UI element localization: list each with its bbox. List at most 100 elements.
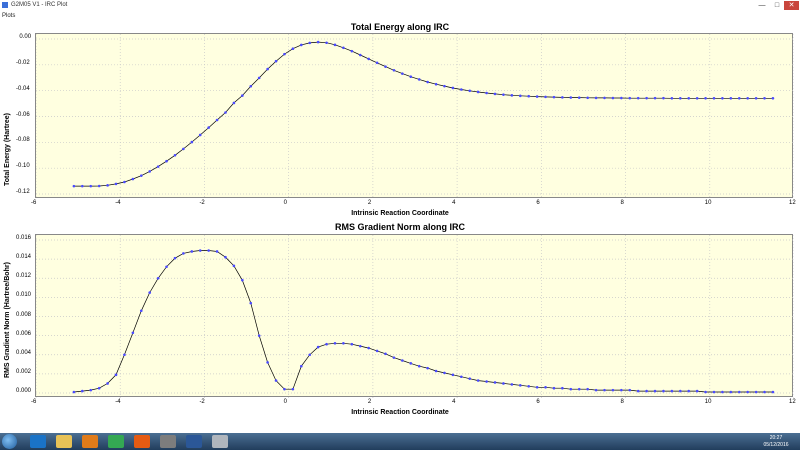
- energy-data-point[interactable]: [182, 147, 185, 151]
- energy-data-point[interactable]: [123, 180, 126, 184]
- close-icon[interactable]: ✕: [784, 1, 799, 10]
- energy-data-point[interactable]: [451, 86, 455, 90]
- energy-data-point[interactable]: [493, 92, 497, 96]
- energy-data-point[interactable]: [594, 96, 598, 100]
- gradient-data-point[interactable]: [434, 369, 438, 373]
- energy-data-point[interactable]: [81, 184, 84, 188]
- gradient-data-point[interactable]: [367, 346, 370, 350]
- gaussview-icon[interactable]: [160, 435, 176, 448]
- energy-data-point[interactable]: [645, 96, 648, 100]
- energy-data-point[interactable]: [325, 41, 328, 45]
- energy-data-point[interactable]: [561, 96, 564, 99]
- energy-data-point[interactable]: [198, 133, 202, 137]
- gradient-plot-area[interactable]: [35, 234, 794, 398]
- gradient-data-point[interactable]: [148, 291, 151, 294]
- energy-data-point[interactable]: [603, 96, 606, 100]
- gradient-data-point[interactable]: [409, 362, 413, 365]
- energy-data-point[interactable]: [241, 94, 244, 97]
- gradient-data-point[interactable]: [358, 344, 362, 348]
- gradient-data-point[interactable]: [535, 385, 539, 389]
- gradient-data-point[interactable]: [207, 249, 210, 252]
- energy-data-point[interactable]: [746, 96, 749, 100]
- energy-data-point[interactable]: [721, 96, 724, 100]
- gradient-data-point[interactable]: [123, 353, 126, 357]
- energy-data-point[interactable]: [375, 61, 379, 65]
- gradient-data-point[interactable]: [561, 386, 564, 390]
- energy-data-point[interactable]: [662, 96, 665, 100]
- menu-plots[interactable]: Plots: [2, 11, 15, 21]
- maximize-icon[interactable]: □: [771, 1, 783, 10]
- energy-data-point[interactable]: [224, 111, 227, 114]
- gradient-data-point[interactable]: [224, 255, 227, 259]
- energy-data-point[interactable]: [190, 140, 194, 144]
- gradient-data-point[interactable]: [375, 349, 379, 353]
- minimize-icon[interactable]: —: [755, 1, 769, 10]
- gradient-data-point[interactable]: [518, 384, 522, 387]
- energy-data-point[interactable]: [131, 177, 135, 181]
- energy-data-point[interactable]: [485, 91, 488, 95]
- energy-data-point[interactable]: [249, 84, 253, 88]
- gradient-data-point[interactable]: [232, 264, 236, 268]
- gradient-data-point[interactable]: [173, 256, 177, 260]
- gradient-data-point[interactable]: [670, 389, 674, 393]
- gradient-data-point[interactable]: [510, 383, 514, 386]
- energy-data-point[interactable]: [544, 95, 547, 99]
- energy-data-point[interactable]: [333, 43, 337, 47]
- gradient-data-point[interactable]: [106, 382, 109, 385]
- gradient-data-point[interactable]: [300, 364, 303, 368]
- energy-data-point[interactable]: [173, 153, 177, 157]
- gradient-data-point[interactable]: [451, 373, 455, 377]
- gradient-data-point[interactable]: [695, 389, 699, 393]
- gradient-data-point[interactable]: [476, 379, 480, 382]
- energy-data-point[interactable]: [72, 184, 76, 188]
- energy-data-point[interactable]: [729, 96, 733, 100]
- energy-data-point[interactable]: [518, 94, 522, 98]
- energy-data-point[interactable]: [300, 43, 303, 47]
- energy-data-point[interactable]: [401, 72, 404, 75]
- gradient-data-point[interactable]: [712, 390, 716, 394]
- gradient-data-point[interactable]: [342, 341, 345, 345]
- gradient-data-point[interactable]: [569, 387, 573, 391]
- gradient-data-point[interactable]: [316, 345, 320, 349]
- gradient-data-point[interactable]: [97, 386, 101, 390]
- energy-data-point[interactable]: [232, 101, 236, 105]
- gradient-data-point[interactable]: [274, 379, 278, 382]
- word-icon[interactable]: [186, 435, 202, 448]
- energy-data-point[interactable]: [653, 96, 657, 100]
- gradient-data-point[interactable]: [308, 353, 312, 357]
- energy-data-point[interactable]: [257, 76, 261, 80]
- energy-data-point[interactable]: [679, 96, 682, 100]
- gradient-data-point[interactable]: [662, 389, 665, 393]
- gradient-data-point[interactable]: [620, 388, 623, 392]
- gradient-data-point[interactable]: [729, 390, 733, 394]
- gradient-data-point[interactable]: [89, 388, 93, 392]
- gradient-data-point[interactable]: [266, 361, 269, 364]
- gradient-data-point[interactable]: [215, 250, 219, 253]
- gradient-data-point[interactable]: [468, 377, 472, 380]
- gradient-data-point[interactable]: [72, 390, 76, 394]
- energy-data-point[interactable]: [350, 49, 354, 53]
- energy-data-point[interactable]: [476, 90, 480, 94]
- gradient-data-point[interactable]: [190, 250, 194, 253]
- energy-data-point[interactable]: [417, 78, 421, 81]
- energy-plot-area[interactable]: [35, 33, 794, 199]
- gradient-data-point[interactable]: [611, 388, 615, 392]
- energy-data-point[interactable]: [165, 159, 168, 163]
- energy-data-point[interactable]: [392, 68, 396, 72]
- energy-data-point[interactable]: [274, 59, 278, 63]
- energy-data-point[interactable]: [409, 75, 413, 79]
- energy-data-point[interactable]: [687, 96, 691, 100]
- energy-data-point[interactable]: [316, 40, 320, 44]
- gradient-data-point[interactable]: [139, 309, 143, 313]
- gradient-data-point[interactable]: [198, 249, 202, 252]
- media-player-icon[interactable]: [82, 435, 98, 448]
- energy-data-point[interactable]: [611, 96, 615, 100]
- gradient-data-point[interactable]: [401, 359, 404, 362]
- gradient-data-point[interactable]: [443, 371, 446, 375]
- gradient-data-point[interactable]: [544, 385, 547, 389]
- gradient-data-point[interactable]: [283, 387, 286, 391]
- energy-data-point[interactable]: [771, 96, 775, 100]
- energy-data-point[interactable]: [535, 95, 539, 98]
- internet-explorer-icon[interactable]: [30, 435, 46, 448]
- paint-icon[interactable]: [212, 435, 228, 448]
